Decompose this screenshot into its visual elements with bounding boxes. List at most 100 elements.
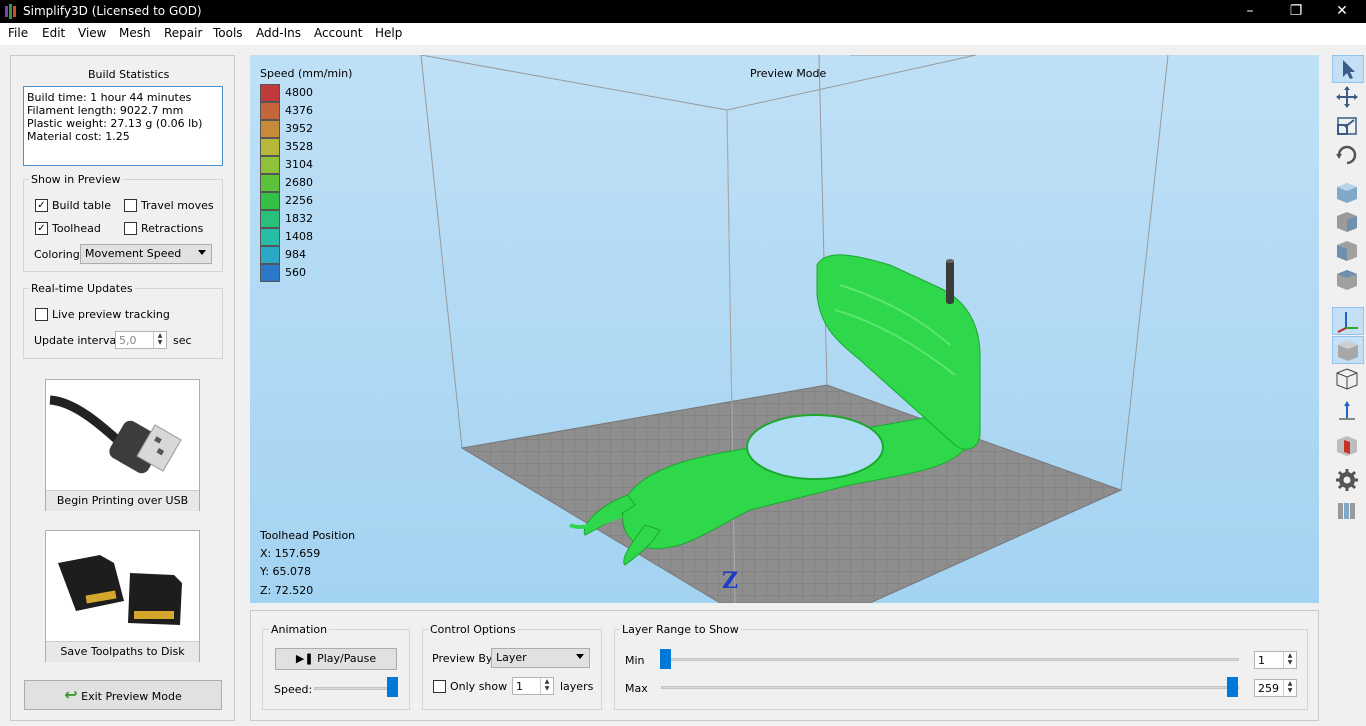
cube-top-icon [1337, 270, 1357, 290]
spin-arrows-icon[interactable]: ▲ ▼ [540, 678, 553, 694]
normals-view-button[interactable] [1332, 397, 1364, 425]
legend-value: 3528 [285, 140, 313, 153]
show-axes-button[interactable] [1332, 307, 1364, 335]
only-show-spinbox[interactable]: 1 ▲ ▼ [512, 677, 554, 695]
animation-title: Animation [269, 623, 330, 636]
max-slider-track[interactable] [661, 686, 1239, 689]
app-logo-icon [5, 4, 16, 19]
speed-label: Speed: [274, 683, 313, 696]
legend-value: 560 [285, 266, 306, 279]
speed-legend: 4800 4376 3952 3528 3104 2680 2256 1832 … [250, 84, 330, 284]
max-layer-spinbox[interactable]: 259 ▲ ▼ [1254, 679, 1297, 697]
library-icon [1338, 503, 1355, 519]
menu-tools[interactable]: Tools [213, 26, 243, 40]
3d-viewport[interactable]: Z Preview Mode Speed (mm/min) 4800 4376 … [250, 55, 1319, 603]
build-time: Build time: 1 hour 44 minutes [27, 91, 192, 104]
preview-mode-label: Preview Mode [750, 67, 827, 80]
legend-value: 3952 [285, 122, 313, 135]
menu-file[interactable]: File [8, 26, 28, 40]
minimize-button[interactable]: – [1227, 0, 1273, 23]
legend-swatch [260, 246, 280, 264]
spin-arrows-icon[interactable]: ▲ ▼ [1283, 680, 1296, 696]
usb-tile-label: Begin Printing over USB [46, 490, 199, 511]
menu-help[interactable]: Help [375, 26, 402, 40]
interval-spinbox[interactable]: 5,0 ▲ ▼ [115, 331, 167, 349]
window-title: Simplify3D (Licensed to GOD) [23, 4, 202, 18]
menu-view[interactable]: View [78, 26, 106, 40]
min-slider-track[interactable] [661, 658, 1239, 661]
legend-swatch [260, 102, 280, 120]
coloring-dropdown[interactable]: Movement Speed [80, 244, 212, 264]
layer-range-title: Layer Range to Show [620, 623, 741, 636]
menu-account[interactable]: Account [314, 26, 362, 40]
min-slider-thumb[interactable] [660, 649, 671, 669]
save-toolpaths-tile[interactable]: Save Toolpaths to Disk [45, 530, 200, 662]
usb-cable-icon [49, 395, 182, 474]
travel-moves-checkbox[interactable] [124, 199, 137, 212]
live-tracking-checkbox[interactable] [35, 308, 48, 321]
menu-add-ins[interactable]: Add-Ins [256, 26, 301, 40]
solid-view-button[interactable] [1332, 336, 1364, 364]
move-tool-button[interactable] [1332, 84, 1364, 112]
speed-slider-track[interactable] [314, 687, 394, 690]
only-show-checkbox[interactable] [433, 680, 446, 693]
exit-preview-button[interactable]: ↩ Exit Preview Mode [24, 680, 222, 710]
min-layer-spinbox[interactable]: 1 ▲ ▼ [1254, 651, 1297, 669]
view-iso-button[interactable] [1332, 179, 1364, 207]
build-stats-title: Build Statistics [88, 68, 170, 81]
settings-button[interactable] [1332, 467, 1364, 495]
exit-preview-label: Exit Preview Mode [81, 690, 182, 703]
coloring-label: Coloring [34, 248, 80, 261]
cross-section-button[interactable] [1332, 432, 1364, 460]
spin-arrows-icon[interactable]: ▲ ▼ [1283, 652, 1296, 668]
preview-by-dropdown[interactable]: Layer [491, 648, 590, 668]
preview-by-value: Layer [496, 651, 527, 664]
axes-icon [1337, 312, 1358, 333]
max-label: Max [625, 682, 648, 695]
z-axis-label: Z [722, 568, 739, 594]
close-button[interactable]: ✕ [1319, 0, 1365, 23]
legend-swatch [260, 228, 280, 246]
build-table-label: Build table [52, 199, 111, 212]
legend-value: 1832 [285, 212, 313, 225]
toolhead-checkbox[interactable]: ✓ [35, 222, 48, 235]
view-top-button[interactable] [1332, 266, 1364, 294]
toolhead-x: X: 157.659 [260, 547, 321, 560]
build-stats-box: Build time: 1 hour 44 minutes Filament l… [23, 86, 223, 166]
menu-mesh[interactable]: Mesh [119, 26, 151, 40]
min-layer-value: 1 [1258, 654, 1265, 667]
select-tool-button[interactable] [1332, 55, 1364, 83]
legend-value: 984 [285, 248, 306, 261]
menu-edit[interactable]: Edit [42, 26, 65, 40]
retractions-checkbox[interactable] [124, 222, 137, 235]
scale-tool-button[interactable] [1332, 113, 1364, 141]
usb-print-tile[interactable]: Begin Printing over USB [45, 379, 200, 511]
play-pause-button[interactable]: ▶❚ Play/Pause [275, 648, 397, 670]
view-front-button[interactable] [1332, 208, 1364, 236]
spin-arrows-icon[interactable]: ▲ ▼ [153, 332, 166, 348]
build-table-checkbox[interactable]: ✓ [35, 199, 48, 212]
interval-label: Update interval [34, 334, 120, 347]
wireframe-view-button[interactable] [1332, 365, 1364, 393]
layer-range-group [614, 629, 1308, 710]
legend-swatch [260, 156, 280, 174]
layers-label: layers [560, 680, 594, 693]
legend-value: 2680 [285, 176, 313, 189]
cube-solid-icon [1338, 341, 1358, 361]
legend-swatch [260, 192, 280, 210]
max-slider-thumb[interactable] [1227, 677, 1238, 697]
toolhead-y: Y: 65.078 [260, 565, 311, 578]
legend-value: 4376 [285, 104, 313, 117]
rotate-tool-button[interactable] [1332, 142, 1364, 170]
speed-slider-thumb[interactable] [387, 677, 398, 697]
library-button[interactable] [1332, 498, 1364, 526]
preview-by-label: Preview By [432, 652, 493, 665]
toolhead-label: Toolhead [52, 222, 101, 235]
view-side-button[interactable] [1332, 237, 1364, 265]
play-pause-label: Play/Pause [317, 652, 377, 665]
coloring-value: Movement Speed [85, 247, 182, 260]
min-label: Min [625, 654, 645, 667]
restore-button[interactable]: ❐ [1273, 0, 1319, 23]
menu-bar: File Edit View Mesh Repair Tools Add-Ins… [0, 23, 1366, 45]
menu-repair[interactable]: Repair [164, 26, 202, 40]
